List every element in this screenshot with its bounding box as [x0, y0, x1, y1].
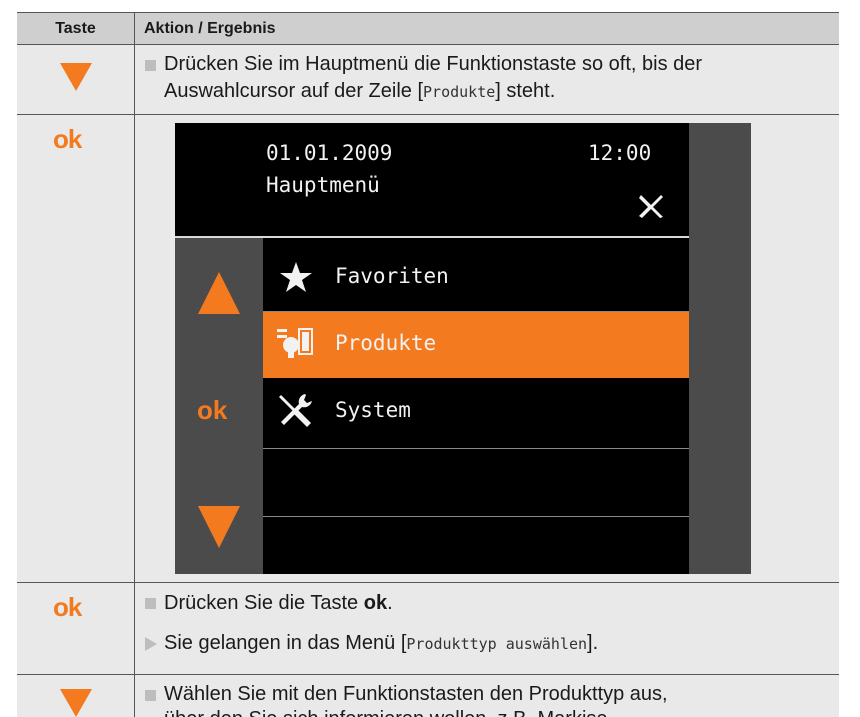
arrow-down-icon[interactable] [198, 506, 240, 548]
bullet-icon [145, 598, 156, 609]
divider [134, 12, 135, 717]
table-header [17, 12, 839, 44]
tools-icon [639, 195, 663, 218]
star-icon [280, 262, 312, 292]
menu-item-produkte[interactable]: Produkte [263, 312, 689, 378]
menu-item-label: Favoriten [335, 264, 449, 288]
instruction-table: Taste Aktion / Ergebnis Drücken Sie im H… [17, 12, 839, 717]
bullet-icon [145, 690, 156, 701]
header-action: Aktion / Ergebnis [144, 20, 276, 37]
divider [263, 448, 689, 449]
divider [17, 674, 839, 675]
tools-icon [279, 394, 312, 427]
device-screen: 01.01.2009 12:00 Hauptmenü ok Favoriten [175, 123, 751, 574]
arrow-down-key-icon [60, 689, 92, 717]
screen-nav-column: ok [175, 238, 263, 574]
screen-title: Hauptmenü [266, 173, 380, 197]
screen-right-bar [689, 123, 751, 574]
menu-item-label: System [335, 398, 411, 422]
divider [263, 516, 689, 517]
table-row [17, 583, 839, 674]
ok-button[interactable]: ok [197, 395, 227, 426]
row1-text-line2: Auswahlcursor auf der Zeile [Produkte] s… [164, 80, 556, 102]
divider [17, 12, 839, 13]
screen-header: 01.01.2009 12:00 Hauptmenü [175, 123, 689, 236]
row4-text-line1: Wählen Sie mit den Funktionstasten den P… [164, 683, 668, 705]
row3-step: Drücken Sie die Taste ok. [164, 592, 393, 614]
arrow-down-key-icon [60, 63, 92, 91]
ok-key-icon: ok [53, 592, 82, 622]
bullet-icon [145, 60, 156, 71]
row1-text-line1: Drücken Sie im Hauptmenü die Funktionsta… [164, 53, 703, 75]
menu-item-favoriten[interactable]: Favoriten [263, 245, 689, 311]
screen-date: 01.01.2009 [266, 141, 393, 165]
divider [17, 114, 839, 115]
result-arrow-icon [145, 637, 157, 651]
row4-text-line2: über den Sie sich informieren wollen, z.… [164, 707, 608, 717]
products-icon [277, 328, 313, 358]
screen-time: 12:00 [588, 141, 652, 165]
menu-item-label: Produkte [335, 331, 437, 355]
ok-key-icon: ok [53, 124, 82, 154]
divider [17, 582, 839, 583]
header-key: Taste [55, 20, 96, 37]
arrow-up-icon[interactable] [198, 272, 240, 314]
row3-result: Sie gelangen in das Menü [Produkttyp aus… [164, 632, 599, 654]
divider [17, 44, 839, 45]
menu-item-system[interactable]: System [263, 379, 689, 445]
